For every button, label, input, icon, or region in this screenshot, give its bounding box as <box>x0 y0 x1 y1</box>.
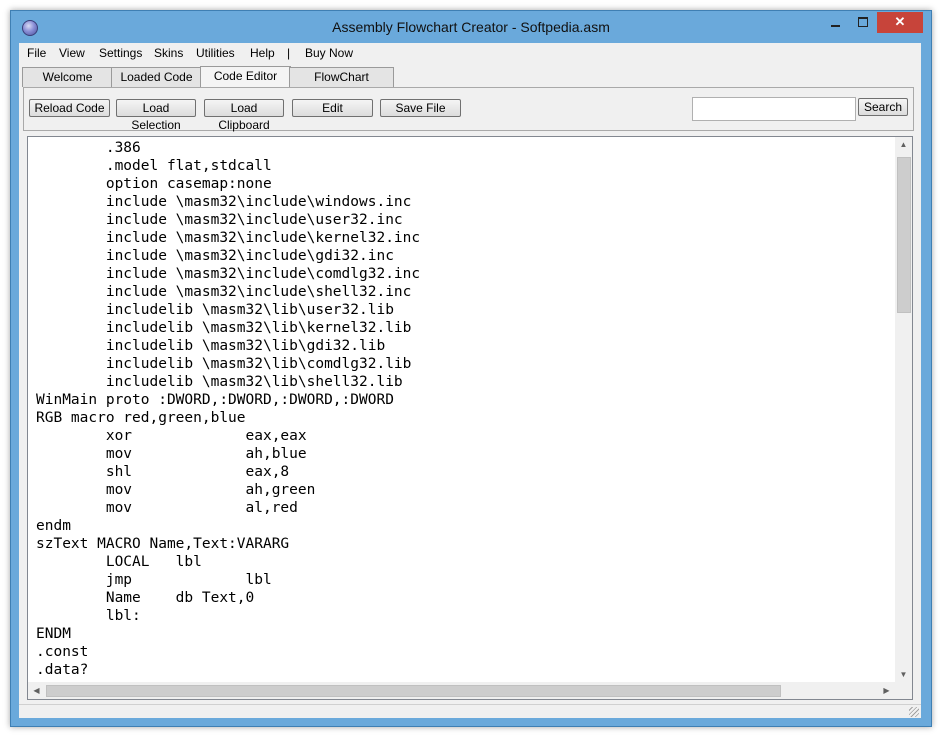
scroll-right-icon[interactable]: ▶ <box>878 686 895 695</box>
scroll-up-icon[interactable]: ▲ <box>895 140 912 149</box>
load-clipboard-button[interactable]: Load Clipboard <box>204 99 284 132</box>
code-line[interactable]: mov al,red <box>36 499 888 517</box>
menu-file[interactable]: File <box>27 46 46 60</box>
code-line[interactable]: endm <box>36 517 888 535</box>
minimize-icon <box>831 25 840 27</box>
code-line[interactable]: ENDM <box>36 625 888 643</box>
reload-code-button[interactable]: Reload Code <box>29 99 110 117</box>
code-line[interactable]: option casemap:none <box>36 175 888 193</box>
search-input[interactable] <box>692 97 856 121</box>
status-bar <box>19 704 921 718</box>
code-line[interactable]: include \masm32\include\kernel32.inc <box>36 229 888 247</box>
code-line[interactable]: include \masm32\include\comdlg32.inc <box>36 265 888 283</box>
code-line[interactable]: xor eax,eax <box>36 427 888 445</box>
menu-buy-now[interactable]: Buy Now <box>305 46 353 60</box>
client-area: File View Settings Skins Utilities Help … <box>19 43 921 718</box>
toolbar: Reload Code Load Selection Load Clipboar… <box>23 87 914 132</box>
code-line[interactable]: .model flat,stdcall <box>36 157 888 175</box>
code-line[interactable]: .const <box>36 643 888 661</box>
code-line[interactable]: includelib \masm32\lib\kernel32.lib <box>36 319 888 337</box>
code-line[interactable]: jmp lbl <box>36 571 888 589</box>
code-line[interactable]: include \masm32\include\shell32.inc <box>36 283 888 301</box>
scroll-left-icon[interactable]: ◀ <box>28 686 45 695</box>
search-button[interactable]: Search <box>858 98 908 116</box>
code-line[interactable]: szText MACRO Name,Text:VARARG <box>36 535 888 553</box>
maximize-button[interactable] <box>850 12 876 33</box>
menu-skins[interactable]: Skins <box>154 46 183 60</box>
code-line[interactable]: .386 <box>36 139 888 157</box>
vertical-scrollbar[interactable]: ▲ ▼ <box>895 137 912 682</box>
load-selection-button[interactable]: Load Selection <box>116 99 196 132</box>
menu-view[interactable]: View <box>59 46 85 60</box>
code-line[interactable]: lbl: <box>36 607 888 625</box>
code-editor[interactable]: .386 .model flat,stdcall option casemap:… <box>27 136 913 700</box>
code-line[interactable]: Name db Text,0 <box>36 589 888 607</box>
code-line[interactable]: RGB macro red,green,blue <box>36 409 888 427</box>
window-title: Assembly Flowchart Creator - Softpedia.a… <box>332 19 610 35</box>
tab-flowchart[interactable]: FlowChart <box>289 67 394 87</box>
code-line[interactable]: include \masm32\include\windows.inc <box>36 193 888 211</box>
code-line[interactable]: include \masm32\include\gdi32.inc <box>36 247 888 265</box>
code-text[interactable]: .386 .model flat,stdcall option casemap:… <box>36 139 888 680</box>
maximize-icon <box>858 17 868 27</box>
close-icon: ✕ <box>894 14 906 29</box>
title-bar[interactable]: Assembly Flowchart Creator - Softpedia.a… <box>11 11 931 43</box>
tab-code-editor[interactable]: Code Editor <box>200 66 291 88</box>
tab-welcome[interactable]: Welcome <box>22 67 113 87</box>
tab-loaded-code[interactable]: Loaded Code <box>111 67 202 87</box>
close-button[interactable]: ✕ <box>877 12 923 33</box>
save-file-button[interactable]: Save File <box>380 99 461 117</box>
resize-grip-icon[interactable] <box>909 707 919 717</box>
edit-button[interactable]: Edit <box>292 99 373 117</box>
code-line[interactable]: WinMain proto :DWORD,:DWORD,:DWORD,:DWOR… <box>36 391 888 409</box>
scrollbar-corner <box>895 682 912 699</box>
code-line[interactable]: mov ah,green <box>36 481 888 499</box>
code-line[interactable]: includelib \masm32\lib\comdlg32.lib <box>36 355 888 373</box>
code-line[interactable]: includelib \masm32\lib\user32.lib <box>36 301 888 319</box>
menu-bar: File View Settings Skins Utilities Help … <box>19 43 921 63</box>
menu-settings[interactable]: Settings <box>99 46 142 60</box>
menu-separator: | <box>287 46 291 60</box>
horizontal-scrollbar[interactable]: ◀ ▶ <box>28 682 895 699</box>
horizontal-scroll-thumb[interactable] <box>46 685 781 697</box>
code-line[interactable]: mov ah,blue <box>36 445 888 463</box>
code-line[interactable]: includelib \masm32\lib\gdi32.lib <box>36 337 888 355</box>
minimize-button[interactable] <box>823 12 849 33</box>
code-line[interactable]: shl eax,8 <box>36 463 888 481</box>
menu-utilities[interactable]: Utilities <box>196 46 235 60</box>
scroll-down-icon[interactable]: ▼ <box>895 670 912 679</box>
code-line[interactable]: .data? <box>36 661 888 679</box>
code-line[interactable]: include \masm32\include\user32.inc <box>36 211 888 229</box>
code-line[interactable]: LOCAL lbl <box>36 553 888 571</box>
vertical-scroll-thumb[interactable] <box>897 157 911 313</box>
app-window: Assembly Flowchart Creator - Softpedia.a… <box>10 10 932 727</box>
menu-help[interactable]: Help <box>250 46 275 60</box>
code-line[interactable]: includelib \masm32\lib\shell32.lib <box>36 373 888 391</box>
